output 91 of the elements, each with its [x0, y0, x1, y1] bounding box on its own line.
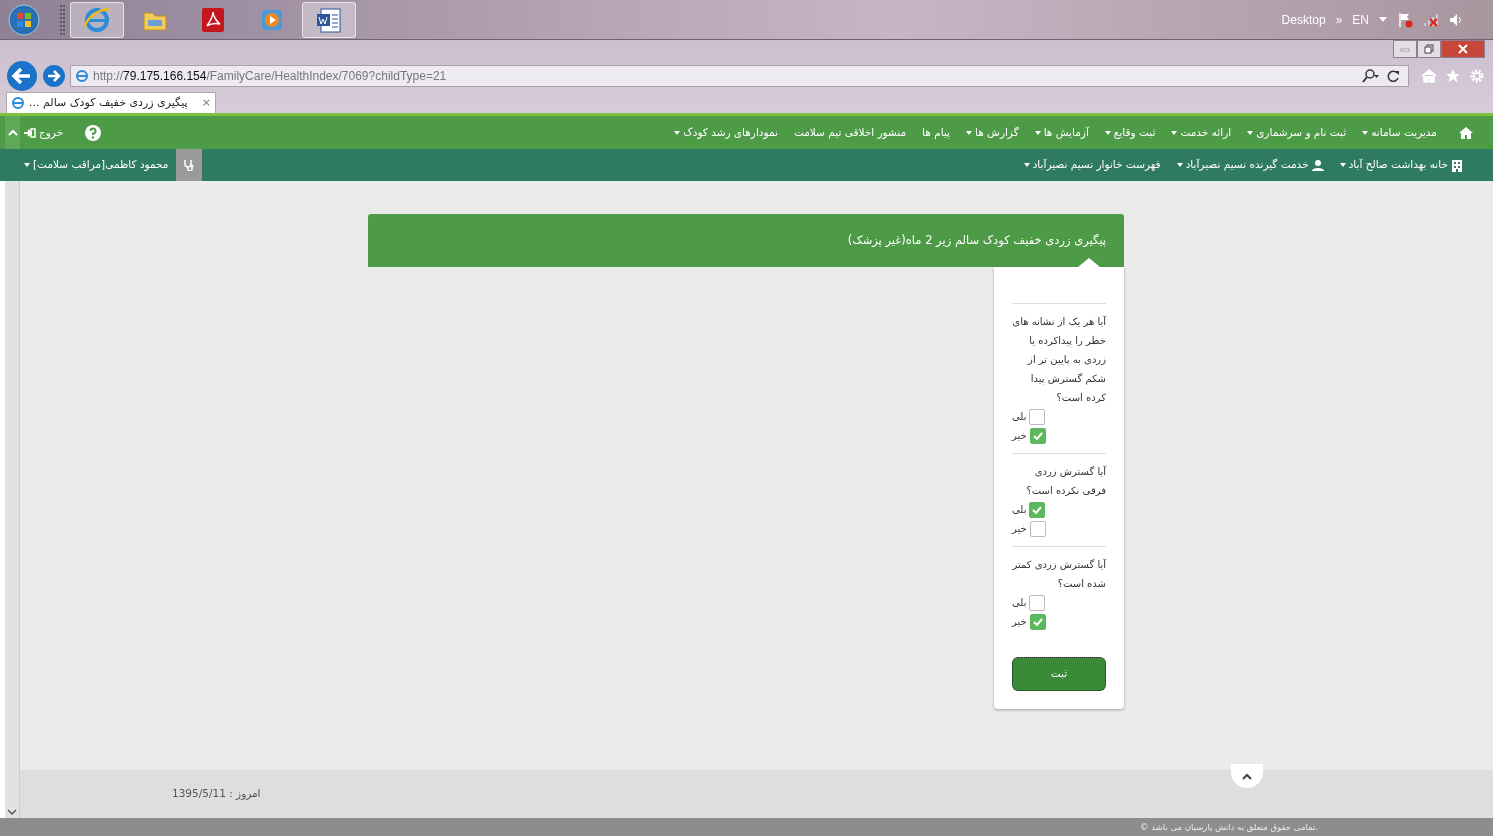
caret-icon	[1176, 163, 1183, 167]
search-icon[interactable]	[1361, 69, 1379, 83]
caret-icon	[1362, 130, 1369, 135]
menu-item[interactable]: ثبت نام و سرشماری	[1247, 124, 1347, 141]
stethoscope-icon	[183, 159, 196, 171]
settings-icon[interactable]	[1469, 68, 1485, 84]
caret-icon	[1023, 163, 1030, 167]
caret-icon	[1104, 130, 1111, 135]
grip-icon[interactable]	[60, 4, 66, 35]
menu-item[interactable]: ثبت وقایع	[1104, 124, 1156, 141]
taskbar-app-button[interactable]	[302, 1, 356, 38]
address-field[interactable]: http://79.175.166.154/FamilyCare/HealthIndex/7069?childType=21	[70, 65, 1409, 87]
tab-close-button[interactable]: ×	[201, 94, 211, 112]
tab-title: ... پیگیری زردی خفیف کودک سالم	[29, 94, 188, 111]
question-text: آیا گسترش زردی فرقی نکرده است؟	[1025, 464, 1106, 498]
start-orb-icon[interactable]	[8, 3, 40, 36]
check-icon	[1032, 505, 1043, 514]
checkbox[interactable]	[1029, 613, 1046, 630]
caret-icon	[24, 163, 30, 167]
caret-icon	[966, 130, 972, 135]
context-menu-item[interactable]: فهرست خانوار نسیم نصیرآباد	[1023, 157, 1161, 173]
caret-icon	[1247, 130, 1254, 135]
check-icon	[1032, 431, 1043, 440]
address-text: http://79.175.166.154/FamilyCare/HealthIndex/7069?childType=21	[93, 68, 447, 85]
question-text: آیا گسترش زردی کمتر شده است؟	[1012, 557, 1106, 591]
check-icon	[1032, 617, 1043, 626]
language-indicator[interactable]: EN	[1352, 10, 1369, 29]
flag-icon[interactable]	[1397, 11, 1413, 28]
menu-item[interactable]: گزارش ها	[966, 124, 1019, 141]
checkbox[interactable]	[1029, 594, 1046, 611]
checkbox[interactable]	[1029, 501, 1046, 518]
menu-item[interactable]: پیام ها	[922, 124, 950, 141]
option-label: خیر	[1012, 429, 1027, 443]
option-label: بلی	[1012, 503, 1027, 517]
browser-tab[interactable]: ... پیگیری زردی خفیف کودک سالم ×	[6, 92, 216, 113]
checkbox[interactable]	[1029, 427, 1046, 444]
caret-icon	[1339, 163, 1346, 167]
toolbar-more-button[interactable]: »	[1335, 10, 1343, 29]
option-label: بلی	[1012, 596, 1027, 610]
browser-icon	[75, 69, 89, 83]
option-label: خیر	[1012, 522, 1027, 536]
caret-icon	[674, 130, 681, 135]
checkbox[interactable]	[1029, 408, 1046, 425]
browser-icon	[83, 5, 111, 34]
context-menu-item[interactable]: خانه بهداشت صالح آباد	[1339, 157, 1463, 173]
close-button[interactable]	[1441, 40, 1485, 58]
home-icon[interactable]	[1459, 126, 1473, 139]
checkbox[interactable]	[1029, 520, 1046, 537]
building-icon	[1451, 158, 1463, 172]
logout-icon	[24, 127, 36, 138]
logout-link[interactable]: خروج	[24, 124, 64, 141]
back-icon[interactable]	[6, 60, 38, 92]
question-text: آیا هر یک از نشانه های خطر را پیداکرده یا زردی به پایین تر از شکم گسترش پیدا کرده است؟	[1012, 314, 1106, 405]
scroll-top-button[interactable]	[1231, 764, 1263, 788]
restore-button[interactable]	[1417, 40, 1441, 58]
caret-icon	[1034, 130, 1041, 135]
browser-icon	[11, 96, 25, 110]
user-icon	[1311, 158, 1324, 172]
star-icon[interactable]	[1445, 68, 1461, 84]
date-text: امروز : 1395/5/11	[172, 786, 261, 802]
speaker-icon[interactable]	[1449, 12, 1463, 27]
caret-icon[interactable]	[1379, 17, 1387, 22]
caret-icon	[1171, 130, 1178, 135]
option-label: خیر	[1012, 615, 1027, 629]
minimize-icon	[1400, 46, 1410, 52]
option-label: بلی	[1012, 410, 1027, 424]
menu-item[interactable]: ارائه خدمت	[1171, 124, 1232, 141]
menu-item[interactable]: نمودارهای رشد کودک	[674, 124, 778, 141]
stethoscope-button[interactable]	[176, 149, 203, 181]
context-menu-item[interactable]: خدمت گیرنده نسیم نصیرآباد	[1176, 157, 1324, 173]
chevron-up-icon	[1242, 772, 1252, 780]
toolbar-label: Desktop	[1281, 11, 1326, 29]
user-menu[interactable]: محمود کاظمی[مراقب سلامت]	[24, 157, 169, 173]
copyright-text: © تمامی حقوق متعلق به دانش پارسیان می باشد.	[1140, 820, 1319, 834]
menu-item[interactable]: آزمایش ها	[1034, 124, 1089, 141]
minimize-button[interactable]	[1393, 40, 1417, 58]
chevron-up-icon[interactable]	[7, 129, 18, 136]
scroll-down-icon[interactable]	[7, 808, 17, 816]
document-icon	[315, 5, 343, 34]
help-icon[interactable]	[85, 124, 102, 141]
refresh-icon[interactable]	[1387, 69, 1400, 83]
signal-icon[interactable]	[1423, 12, 1439, 27]
close-icon	[1458, 44, 1468, 54]
restore-icon	[1424, 44, 1434, 54]
menu-item[interactable]: منشور اخلاقی تیم سلامت	[793, 124, 907, 141]
pdf-icon	[199, 5, 227, 34]
home-icon[interactable]	[1421, 68, 1437, 84]
submit-button[interactable]: ثبت	[1012, 657, 1106, 691]
form-title: پیگیری زردی خفیف کودک سالم زیر 2 ماه(غیر پزشک)	[847, 231, 1106, 249]
forward-icon[interactable]	[42, 64, 66, 88]
menu-item[interactable]: مدیریت سامانه	[1362, 124, 1437, 141]
